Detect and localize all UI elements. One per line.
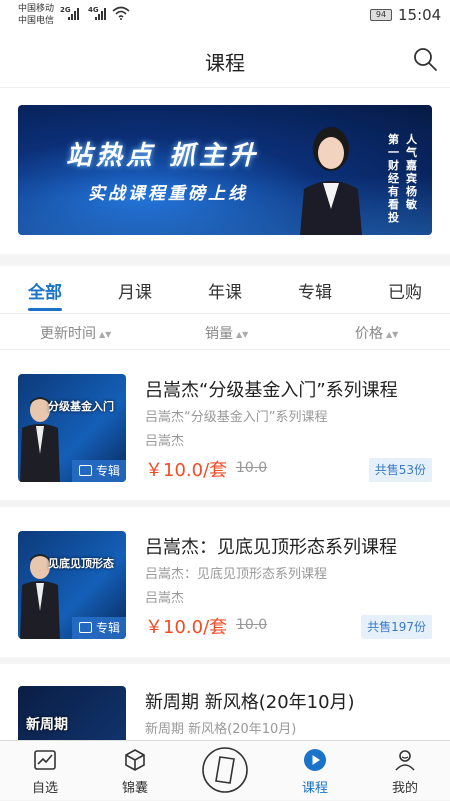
nav-label: 自选 — [31, 781, 58, 796]
sort-sales[interactable]: 销量 ▲▼ — [205, 323, 248, 343]
album-badge: 专辑 — [72, 617, 126, 639]
nav-label: 锦囊 — [121, 781, 148, 796]
play-icon — [304, 749, 326, 771]
course-thumbnail: 分级基金入门 专辑 — [18, 374, 126, 482]
sort-arrows-icon: ▲▼ — [236, 329, 249, 339]
thumbnail-text: 见底见顶形态 — [48, 557, 114, 570]
course-list: 分级基金入门 专辑 吕嵩杰“分级基金入门”系列课程 吕嵩杰“分级基金入门”系列课… — [0, 350, 450, 740]
banner-vertical-text-2: 第一财经有看投 — [388, 133, 399, 224]
course-author: 吕嵩杰 — [145, 434, 185, 449]
user-icon — [395, 750, 415, 771]
tab-indicator — [28, 308, 62, 311]
promo-banner[interactable]: 站热点 抓主升 实战课程重磅上线 人气嘉宾 杨敏 第一财经有看投 — [18, 105, 432, 235]
course-old-price: 10.0 — [236, 460, 268, 476]
carrier-1: 中国移动 — [18, 4, 55, 14]
presenter-photo — [300, 127, 362, 235]
course-thumbnail: 新周期 — [18, 686, 126, 740]
briefcase-icon — [79, 465, 92, 476]
battery-icon: 94 — [370, 9, 392, 21]
banner-headline: 站热点 抓主升 — [66, 141, 260, 171]
carrier-2: 中国电信 — [18, 16, 55, 26]
signal-bars-2-icon — [95, 8, 106, 20]
box-icon — [125, 749, 145, 771]
clock: 15:04 — [398, 6, 442, 24]
course-subtitle: 新周期 新风格(20年10月) — [145, 722, 297, 737]
tab-album[interactable]: 专辑 — [298, 278, 332, 303]
sort-price[interactable]: 价格 ▲▼ — [355, 323, 398, 343]
chart-icon — [34, 750, 56, 770]
course-thumbnail: 见底见顶形态 专辑 — [18, 531, 126, 639]
sort-arrows-icon: ▲▼ — [99, 329, 112, 339]
course-item[interactable]: 见底见顶形态 专辑 吕嵩杰：见底见顶形态系列课程 吕嵩杰：见底见顶形态系列课程 … — [0, 507, 450, 657]
briefcase-icon — [79, 622, 92, 633]
status-bar: 中国移动 中国电信 2G 4G 94 15:04 — [0, 0, 450, 30]
sort-price-label: 价格 — [355, 326, 383, 342]
nav-mine[interactable]: 我的 — [360, 741, 450, 801]
sort-sales-label: 销量 — [205, 326, 233, 342]
tab-purchased[interactable]: 已购 — [388, 278, 422, 303]
sort-bar: 更新时间 ▲▼ 销量 ▲▼ 价格 ▲▼ — [0, 314, 450, 350]
course-title: 新周期 新风格(20年10月) — [145, 692, 355, 713]
tab-all[interactable]: 全部 — [28, 278, 62, 303]
course-subtitle: 吕嵩杰：见底见顶形态系列课程 — [145, 567, 328, 582]
course-title: 吕嵩杰“分级基金入门”系列课程 — [145, 380, 398, 401]
wifi-icon — [112, 6, 130, 20]
course-author: 吕嵩杰 — [145, 591, 185, 606]
sort-update-time[interactable]: 更新时间 ▲▼ — [40, 323, 111, 343]
course-price: ￥10.0/套 — [145, 460, 228, 481]
banner-subline: 实战课程重磅上线 — [88, 184, 248, 204]
sold-count: 共售53份 — [368, 458, 432, 482]
nav-label: 课程 — [301, 781, 328, 796]
compass-icon[interactable] — [200, 745, 250, 795]
search-icon[interactable] — [412, 46, 438, 72]
carrier-labels: 中国移动 中国电信 — [18, 3, 54, 27]
course-item[interactable]: 分级基金入门 专辑 吕嵩杰“分级基金入门”系列课程 吕嵩杰“分级基金入门”系列课… — [0, 350, 450, 500]
thumbnail-text: 分级基金入门 — [48, 400, 114, 413]
tab-yearly[interactable]: 年课 — [208, 278, 242, 303]
signal-bars-1-icon — [68, 8, 79, 20]
nav-watchlist[interactable]: 自选 — [0, 741, 90, 801]
sold-count: 共售197份 — [361, 615, 432, 639]
category-tabs: 全部 月课 年课 专辑 已购 — [0, 266, 450, 314]
course-price: ￥10.0/套 — [145, 617, 228, 638]
tab-monthly[interactable]: 月课 — [118, 278, 152, 303]
badge-label: 专辑 — [96, 464, 121, 478]
banner-vertical-text-1: 人气嘉宾 杨敏 — [406, 133, 417, 211]
nav-tips[interactable]: 锦囊 — [90, 741, 180, 801]
nav-label: 我的 — [391, 781, 418, 796]
album-badge: 专辑 — [72, 460, 126, 482]
nav-courses[interactable]: 课程 — [270, 741, 360, 801]
thumbnail-text: 新周期 — [26, 717, 68, 733]
course-title: 吕嵩杰：见底见顶形态系列课程 — [145, 537, 397, 558]
bottom-nav: 自选 锦囊 课程 我的 — [0, 740, 450, 800]
banner-section: 站热点 抓主升 实战课程重磅上线 人气嘉宾 杨敏 第一财经有看投 — [0, 88, 450, 254]
sort-arrows-icon: ▲▼ — [386, 329, 399, 339]
page-title: 课程 — [205, 51, 245, 75]
course-subtitle: 吕嵩杰“分级基金入门”系列课程 — [145, 410, 328, 425]
app-bar: 课程 — [0, 30, 450, 88]
course-old-price: 10.0 — [236, 617, 268, 633]
sort-update-time-label: 更新时间 — [40, 326, 96, 342]
badge-label: 专辑 — [96, 621, 121, 635]
course-item[interactable]: 新周期 新周期 新风格(20年10月) 新周期 新风格(20年10月) — [0, 664, 450, 740]
